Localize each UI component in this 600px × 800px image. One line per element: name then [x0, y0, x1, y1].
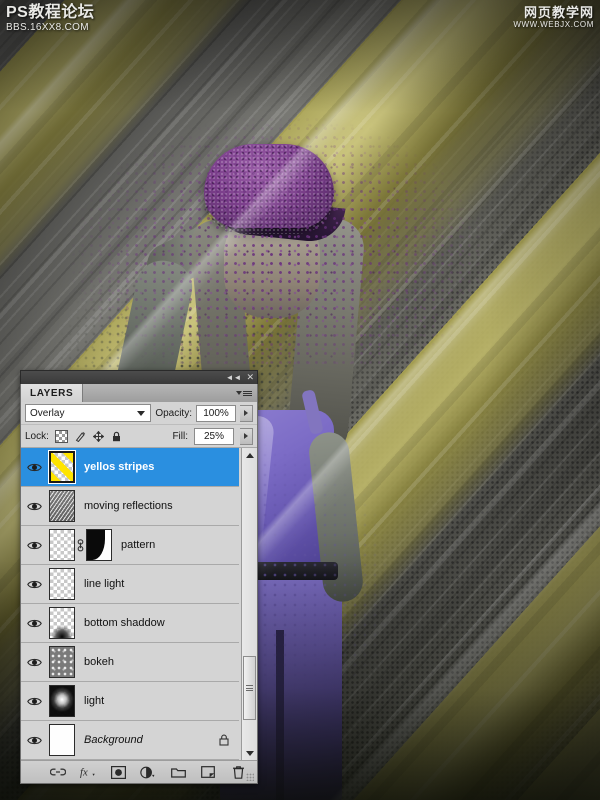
chevron-down-icon [137, 410, 146, 416]
resize-grip-icon[interactable] [246, 773, 254, 781]
opacity-label: Opacity: [155, 407, 192, 419]
scroll-up-arrow-icon[interactable] [242, 448, 257, 462]
layer-row-line-light[interactable]: line light [21, 565, 239, 604]
fill-label: Fill: [172, 430, 188, 442]
watermark-tl-url: BBS.16XX8.COM [6, 21, 89, 33]
layer-thumbnail[interactable] [49, 724, 75, 756]
layer-name: line light [84, 578, 125, 590]
eye-icon [26, 657, 42, 668]
lock-image-pixels-icon[interactable] [75, 431, 86, 442]
layer-row-bottom-shaddow[interactable]: bottom shaddow [21, 604, 239, 643]
layer-thumbnail[interactable] [49, 685, 75, 717]
layer-row-background[interactable]: Background [21, 721, 239, 760]
watermark-top-right: 网页教学网 WWW.WEBJX.COM [513, 5, 594, 30]
link-layers-button[interactable] [50, 764, 66, 780]
watermark-tl-title: PS教程论坛 [6, 4, 95, 21]
layer-thumbnail[interactable] [49, 490, 75, 522]
eye-icon [26, 501, 42, 512]
lock-fill-row: Lock: Fill: 25% [21, 425, 257, 448]
layer-name: bokeh [84, 656, 114, 668]
panel-menu-lines-icon [243, 390, 252, 396]
opacity-stepper[interactable] [240, 404, 253, 422]
layer-thumbnail[interactable] [49, 646, 75, 678]
layer-locked-icon [219, 734, 229, 746]
scrollbar-grip-icon [246, 684, 253, 693]
eye-icon [26, 579, 42, 590]
layer-row-moving-reflections[interactable]: moving reflections [21, 487, 239, 526]
layer-thumbnail[interactable] [48, 450, 76, 484]
layer-thumbnail[interactable] [49, 607, 75, 639]
close-panel-icon[interactable]: ✕ [246, 373, 254, 382]
opacity-input[interactable]: 100% [196, 404, 236, 422]
fill-input[interactable]: 25% [194, 427, 234, 445]
layer-visibility-toggle[interactable] [21, 579, 47, 590]
lock-buttons [54, 429, 122, 443]
layer-row-bokeh[interactable]: bokeh [21, 643, 239, 682]
layer-row-yellos-stripes[interactable]: yellos stripes [21, 448, 239, 487]
blend-mode-select[interactable]: Overlay [25, 404, 152, 422]
layer-rows-container: yellos stripes moving reflections pattern l… [21, 448, 239, 760]
layer-name: bottom shaddow [84, 617, 165, 629]
fill-value: 25% [203, 430, 224, 442]
layer-list: yellos stripes moving reflections pattern l… [21, 448, 257, 760]
eye-icon [26, 696, 42, 707]
layer-mask-link-icon[interactable] [75, 538, 85, 552]
layer-mask-button[interactable] [110, 764, 126, 780]
lock-transparent-pixels-icon[interactable] [54, 429, 68, 443]
eye-icon [26, 462, 42, 473]
layer-visibility-toggle[interactable] [21, 618, 47, 629]
layer-visibility-toggle[interactable] [21, 540, 47, 551]
layer-row-light[interactable]: light [21, 682, 239, 721]
layer-list-scrollbar[interactable] [241, 448, 257, 760]
layer-name: moving reflections [84, 500, 173, 512]
layer-name: yellos stripes [84, 461, 155, 473]
new-group-button[interactable] [170, 764, 186, 780]
scroll-down-arrow-icon[interactable] [242, 746, 257, 760]
layer-visibility-toggle[interactable] [21, 696, 47, 707]
panel-body: Overlay Opacity: 100% Lock: Fill: 25% ye… [20, 402, 258, 784]
tab-layers[interactable]: LAYERS [21, 384, 84, 402]
lock-position-icon[interactable] [92, 430, 105, 442]
layers-panel: ◄◄ ✕ LAYERS Overlay Opacity: 100% Lock: [20, 370, 258, 784]
scrollbar-track[interactable] [242, 462, 257, 746]
tab-layers-label: LAYERS [30, 387, 74, 399]
layer-visibility-toggle[interactable] [21, 657, 47, 668]
collapse-panel-icon[interactable]: ◄◄ [226, 373, 242, 382]
watermark-tr-title: 网页教学网 [523, 5, 594, 20]
layer-thumbnail[interactable] [49, 568, 75, 600]
panel-menu-button[interactable] [236, 384, 257, 402]
layer-visibility-toggle[interactable] [21, 735, 47, 746]
layer-row-pattern[interactable]: pattern [21, 526, 239, 565]
layer-name: Background [84, 734, 143, 746]
delete-layer-button[interactable] [230, 764, 246, 780]
layer-mask-thumbnail[interactable] [86, 529, 112, 561]
layer-visibility-toggle[interactable] [21, 501, 47, 512]
new-layer-button[interactable] [200, 764, 216, 780]
layer-name: pattern [121, 539, 156, 551]
blend-mode-value: Overlay [30, 407, 65, 419]
layer-thumbnail[interactable] [49, 529, 75, 561]
panel-tab-strip: LAYERS [20, 384, 258, 402]
svg-text:fx: fx [80, 768, 88, 779]
lock-all-icon[interactable] [111, 431, 122, 442]
scrollbar-thumb[interactable] [243, 656, 256, 720]
panel-title-bar: ◄◄ ✕ [20, 370, 258, 384]
adjustment-layer-button[interactable] [140, 764, 156, 780]
panel-footer-toolbar: fx [21, 760, 257, 783]
eye-icon [26, 540, 42, 551]
fill-stepper[interactable] [240, 427, 253, 445]
layer-style-button[interactable]: fx [80, 764, 96, 780]
blend-opacity-row: Overlay Opacity: 100% [21, 402, 257, 425]
lock-label: Lock: [25, 430, 49, 442]
panel-menu-triangle-icon [236, 391, 242, 395]
eye-icon [26, 735, 42, 746]
watermark-top-left: PS教程论坛 BBS.16XX8.COM [6, 4, 94, 33]
layer-visibility-toggle[interactable] [21, 462, 47, 473]
layer-name: light [84, 695, 105, 707]
eye-icon [26, 618, 42, 629]
watermark-tr-url: WWW.WEBJX.COM [513, 19, 594, 29]
opacity-value: 100% [203, 407, 229, 419]
